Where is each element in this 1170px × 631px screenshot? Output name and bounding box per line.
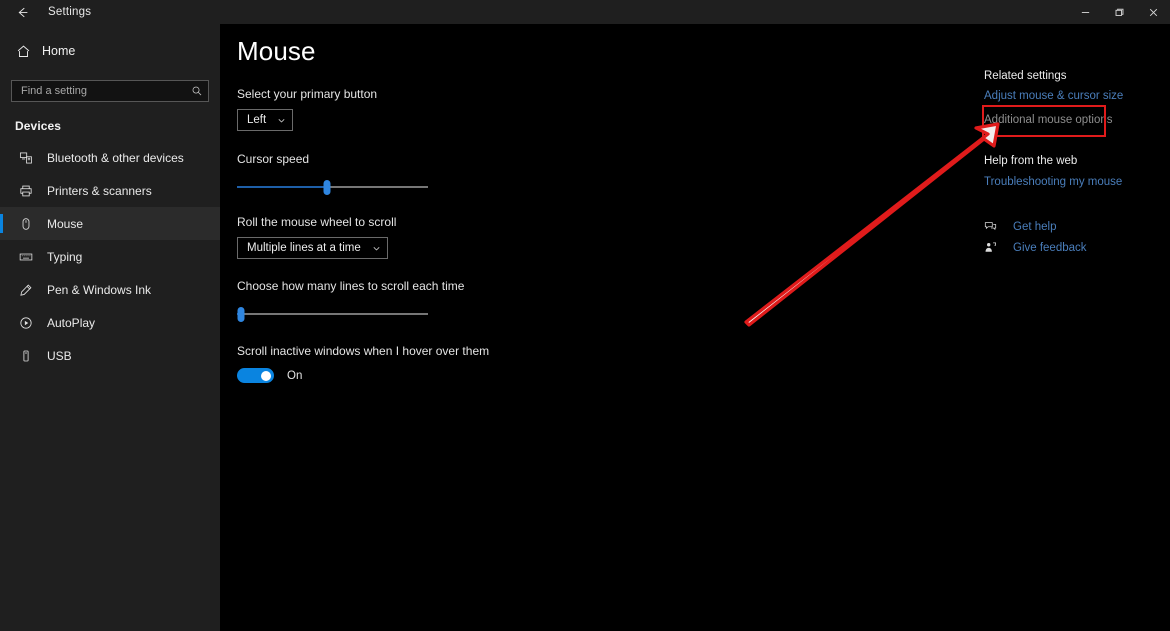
give-feedback-row[interactable]: Give feedback [984, 241, 1170, 254]
sidebar: Home Devices Bluetooth & other devices [0, 24, 220, 631]
title-bar: Settings [0, 0, 1170, 24]
sidebar-item-bluetooth-other-devices[interactable]: Bluetooth & other devices [0, 141, 220, 174]
restore-button[interactable] [1102, 0, 1136, 24]
sidebar-item-label: AutoPlay [47, 315, 96, 330]
sidebar-item-label: Mouse [47, 216, 84, 231]
wheel-scroll-value: Multiple lines at a time [247, 242, 361, 254]
back-arrow-icon[interactable] [0, 0, 44, 24]
window-title: Settings [48, 6, 92, 18]
inactive-scroll-label: Scroll inactive windows when I hover ove… [237, 344, 490, 358]
right-rail: Related settings Adjust mouse & cursor s… [984, 24, 1170, 254]
autoplay-icon [15, 316, 37, 330]
keyboard-icon [15, 250, 37, 264]
link-adjust-mouse-cursor-size[interactable]: Adjust mouse & cursor size [984, 90, 1170, 102]
link-troubleshooting-my-mouse[interactable]: Troubleshooting my mouse [984, 176, 1170, 188]
search-input[interactable] [12, 85, 186, 97]
selection-indicator [0, 214, 3, 233]
sidebar-item-typing[interactable]: Typing [0, 240, 220, 273]
settings-window: Settings Home Find a setting Devices Blu… [0, 0, 1170, 631]
home-icon [10, 44, 36, 59]
cursor-speed-slider[interactable] [237, 179, 428, 195]
slider-track [237, 313, 428, 315]
help-from-web-header: Help from the web [984, 155, 1078, 167]
sidebar-item-mouse[interactable]: Mouse [0, 207, 220, 240]
sidebar-item-printers-scanners[interactable]: Printers & scanners [0, 174, 220, 207]
sidebar-nav: Bluetooth & other devices Printers & sca… [0, 141, 220, 372]
slider-fill [237, 186, 327, 188]
inactive-scroll-toggle-row: On [237, 368, 1170, 383]
sidebar-item-label: Printers & scanners [47, 183, 152, 198]
chat-help-icon [984, 220, 1002, 233]
sidebar-item-autoplay[interactable]: AutoPlay [0, 306, 220, 339]
chevron-down-icon [372, 244, 381, 253]
sidebar-item-label: Pen & Windows Ink [47, 282, 152, 297]
sidebar-item-usb[interactable]: USB [0, 339, 220, 372]
inactive-scroll-group: Scroll inactive windows when I hover ove… [237, 344, 1170, 383]
chevron-down-icon [277, 116, 286, 125]
wheel-scroll-dropdown[interactable]: Multiple lines at a time [237, 237, 388, 259]
lines-to-scroll-slider[interactable] [237, 306, 428, 322]
lines-to-scroll-group: Choose how many lines to scroll each tim… [237, 279, 1170, 322]
give-feedback-label: Give feedback [1013, 241, 1087, 254]
minimize-button[interactable] [1068, 0, 1102, 24]
close-button[interactable] [1136, 0, 1170, 24]
search-box[interactable] [11, 80, 209, 102]
search-icon [186, 85, 208, 97]
sidebar-item-label: Typing [47, 249, 83, 264]
primary-button-value: Left [247, 114, 267, 126]
sidebar-item-label: USB [47, 348, 72, 363]
sidebar-item-pen-windows-ink[interactable]: Pen & Windows Ink [0, 273, 220, 306]
sidebar-home-label: Home [42, 44, 76, 58]
pen-icon [15, 283, 37, 297]
printer-icon [15, 184, 37, 198]
link-additional-mouse-options[interactable]: Additional mouse options [984, 114, 1170, 126]
toggle-knob [261, 370, 271, 381]
sidebar-item-home[interactable]: Home [0, 36, 220, 66]
get-help-label: Get help [1013, 220, 1057, 233]
inactive-scroll-state: On [287, 369, 303, 382]
mouse-icon [15, 217, 37, 231]
lines-to-scroll-label: Choose how many lines to scroll each tim… [237, 279, 465, 293]
inactive-scroll-toggle[interactable] [237, 368, 274, 383]
usb-icon [15, 349, 37, 363]
sidebar-item-label: Bluetooth & other devices [47, 150, 184, 165]
get-help-row[interactable]: Get help [984, 220, 1170, 233]
primary-button-dropdown[interactable]: Left [237, 109, 294, 131]
slider-thumb[interactable] [237, 307, 245, 322]
bluetooth-devices-icon [15, 151, 37, 165]
sidebar-section-header: Devices [15, 119, 62, 133]
related-settings-header: Related settings [984, 70, 1067, 82]
slider-thumb[interactable] [323, 180, 331, 195]
feedback-person-icon [984, 241, 1002, 254]
